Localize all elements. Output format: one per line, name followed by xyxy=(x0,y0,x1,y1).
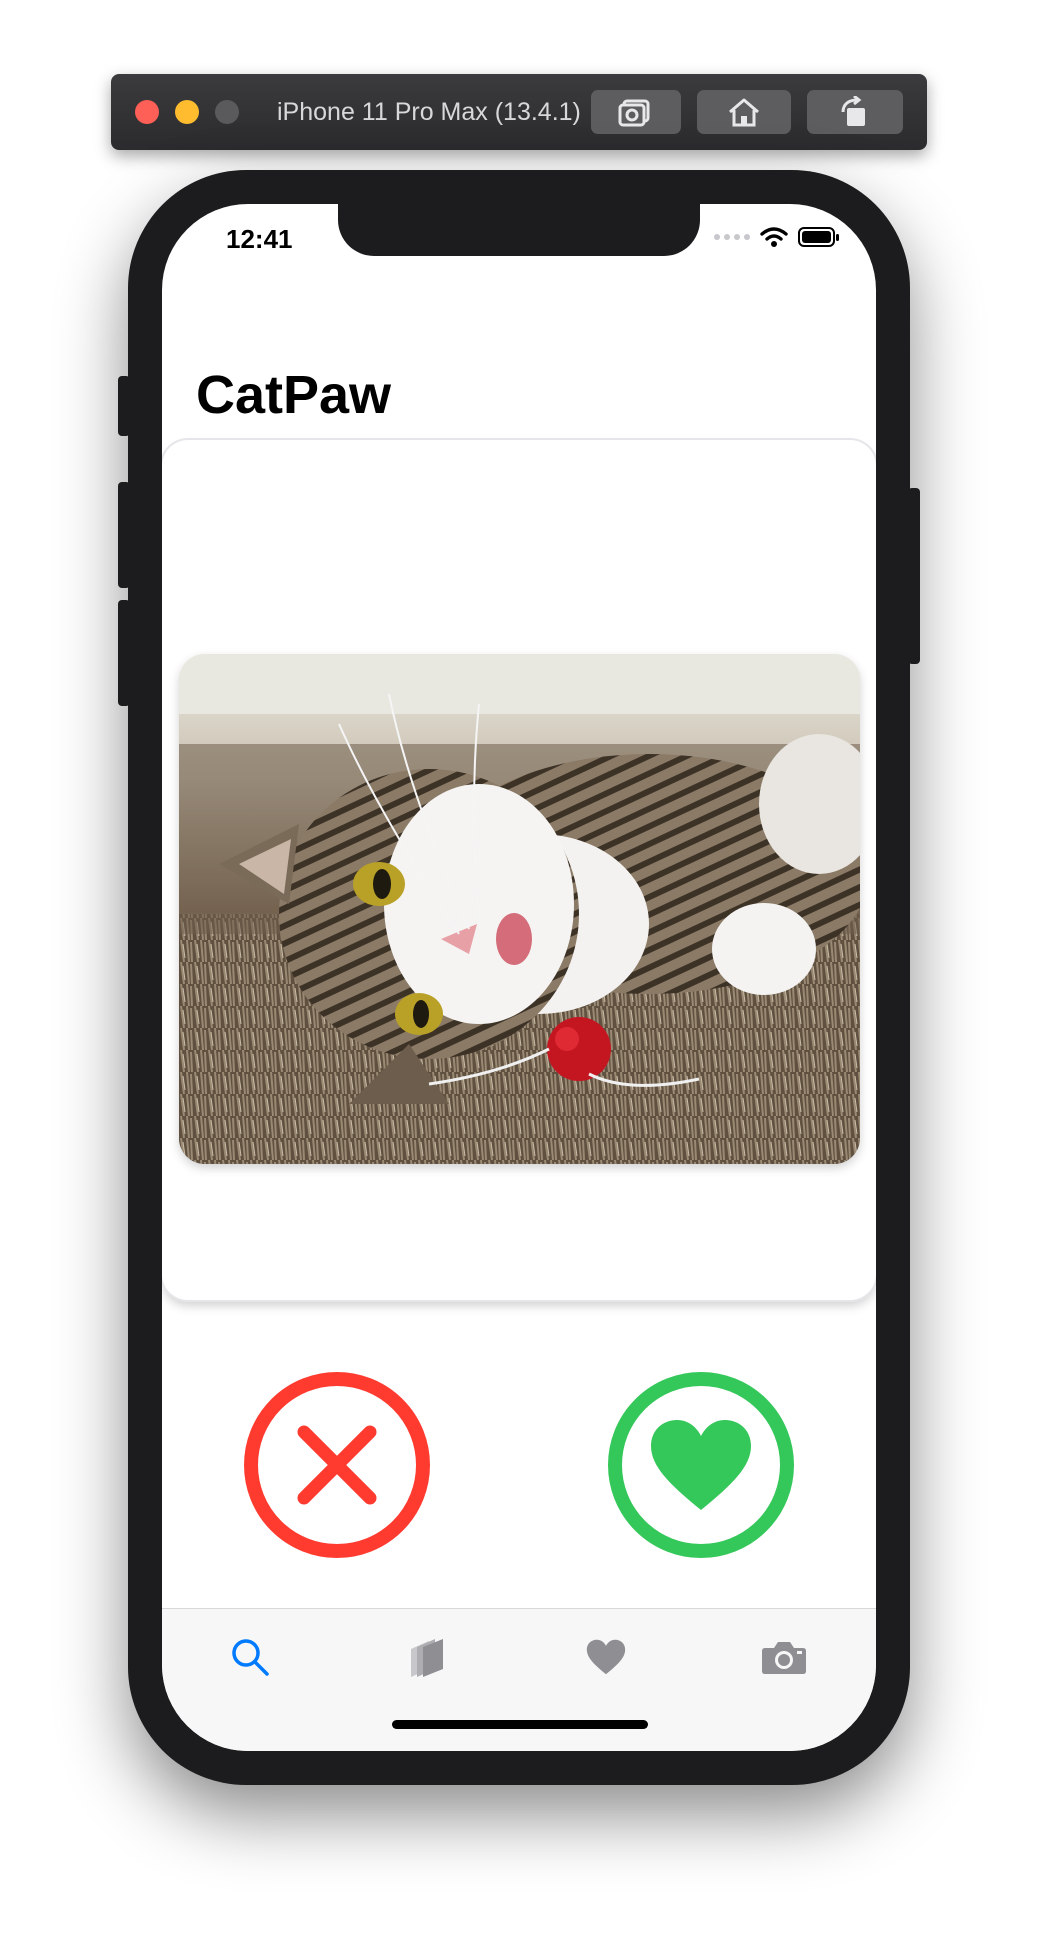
cat-illustration xyxy=(179,654,860,1164)
rotate-button[interactable] xyxy=(807,90,903,134)
status-time: 12:41 xyxy=(226,224,293,254)
page-title: CatPaw xyxy=(196,365,392,425)
like-button[interactable] xyxy=(608,1372,794,1558)
zoom-window-button[interactable] xyxy=(215,100,239,124)
home-icon xyxy=(729,98,759,127)
volume-up-button xyxy=(118,482,130,588)
simulator-device-title: iPhone 11 Pro Max (13.4.1) xyxy=(277,97,581,126)
window-controls xyxy=(135,100,239,124)
home-button[interactable] xyxy=(697,90,791,134)
tab-favorites[interactable] xyxy=(576,1627,636,1687)
search-icon xyxy=(232,1639,269,1676)
volume-down-button xyxy=(118,600,130,706)
home-indicator xyxy=(392,1720,648,1729)
tab-search[interactable] xyxy=(220,1627,280,1687)
notch xyxy=(338,204,700,256)
heart-icon xyxy=(586,1639,626,1675)
stage: iPhone 11 Pro Max (13.4.1) 12:41 CatPaw xyxy=(0,0,1040,1938)
tab-camera[interactable] xyxy=(754,1627,814,1687)
battery-icon xyxy=(798,227,839,247)
power-button xyxy=(908,488,920,664)
phone-screen: 12:41 CatPaw xyxy=(162,204,876,1751)
mute-switch xyxy=(118,376,130,436)
swipe-card[interactable] xyxy=(162,440,876,1300)
reject-button[interactable] xyxy=(244,1372,430,1558)
stack-icon xyxy=(411,1639,443,1677)
signal-icon xyxy=(714,234,750,240)
close-window-button[interactable] xyxy=(135,100,159,124)
tab-bar xyxy=(162,1608,876,1751)
x-icon xyxy=(297,1425,377,1505)
cat-photo xyxy=(179,654,860,1164)
minimize-window-button[interactable] xyxy=(175,100,199,124)
iphone-device-frame: 12:41 CatPaw xyxy=(118,170,920,1785)
rotate-icon xyxy=(841,96,865,126)
status-icons xyxy=(714,226,840,248)
screenshot-button[interactable] xyxy=(591,90,681,134)
screenshot-icon xyxy=(618,99,650,127)
wifi-icon xyxy=(760,227,788,247)
heart-icon xyxy=(651,1420,751,1510)
simulator-title-bar: iPhone 11 Pro Max (13.4.1) xyxy=(111,74,927,150)
tab-stack[interactable] xyxy=(398,1627,458,1687)
camera-icon xyxy=(762,1642,806,1674)
